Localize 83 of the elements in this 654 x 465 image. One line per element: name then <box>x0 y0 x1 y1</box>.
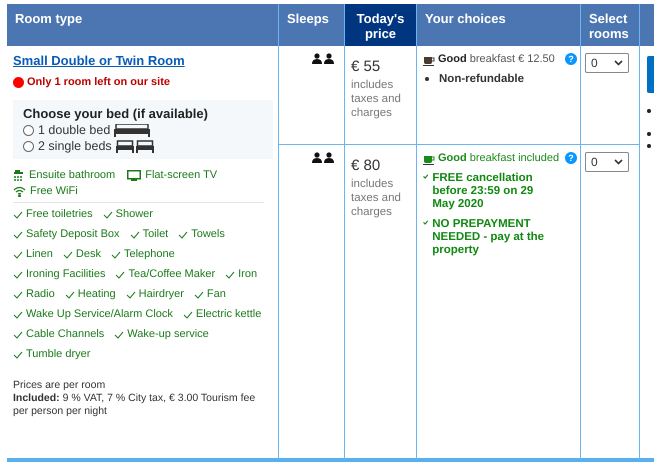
column-header: Your choices <box>417 4 581 46</box>
bullet-icon <box>647 144 651 148</box>
facility-label: Ironing Facilities <box>26 268 106 281</box>
radio-button[interactable] <box>23 124 34 136</box>
double-bed-icon <box>114 124 150 136</box>
facility-label: Hairdryer <box>138 288 184 301</box>
chevron-down-icon <box>614 159 623 165</box>
check-icon <box>114 330 124 338</box>
check-icon <box>225 270 236 278</box>
check-icon <box>13 230 23 238</box>
check-icon <box>126 290 136 298</box>
single-beds-icon <box>116 140 154 152</box>
facility-label: Electric kettle <box>196 308 262 321</box>
facility-label: Heating <box>78 288 116 301</box>
breakfast-text: Good breakfast included <box>438 152 560 165</box>
check-icon <box>13 310 23 318</box>
bullet-icon <box>647 132 651 136</box>
check-icon <box>62 250 73 258</box>
price: € 55 <box>351 58 382 75</box>
facility-label: Tumble dryer <box>26 348 90 361</box>
check-icon <box>13 270 23 278</box>
check-icon <box>64 290 75 298</box>
check-icon <box>110 250 121 258</box>
rooms-select[interactable]: 0 <box>585 53 629 73</box>
highlight-label: Free WiFi <box>30 185 78 197</box>
two-persons-icon <box>312 152 334 163</box>
wifi-icon <box>13 186 26 196</box>
check-icon <box>13 210 23 218</box>
scarcity-text: Only 1 room left on our site <box>27 76 170 88</box>
bullet-icon <box>425 77 429 81</box>
check-icon <box>102 210 113 218</box>
check-icon <box>13 350 23 358</box>
check-icon <box>423 218 428 227</box>
breakfast-text: Good breakfast € 12.50 <box>438 53 556 66</box>
check-icon <box>194 290 204 298</box>
highlight-label: Ensuite bathroom <box>29 169 116 181</box>
facility-label: Radio <box>26 288 55 301</box>
facility-label: Telephone <box>124 248 175 261</box>
facility-label: Desk <box>76 248 101 261</box>
column-header: Room type <box>7 4 279 46</box>
facility-label: Free toiletries <box>26 208 93 221</box>
facility-label: Tea/Coffee Maker <box>128 268 216 281</box>
facility-label: Towels <box>191 228 225 241</box>
rooms-select[interactable]: 0 <box>585 152 629 172</box>
column-header: Select rooms <box>581 4 640 46</box>
column-header: Sleeps <box>279 4 345 46</box>
room-name-link[interactable]: Small Double or Twin Room <box>13 53 185 68</box>
radio-button[interactable] <box>23 140 34 152</box>
highlight-label: Flat-screen TV <box>145 169 218 181</box>
check-icon <box>423 172 428 181</box>
condition-text: Non-refundable <box>439 73 524 86</box>
check-icon <box>13 330 23 338</box>
bullet-icon <box>647 109 651 113</box>
facility-label: Fan <box>206 288 226 301</box>
price-note: Prices are per room <box>13 379 106 392</box>
check-icon <box>13 250 23 258</box>
facility-label: Shower <box>116 208 153 221</box>
shower-icon <box>13 169 25 181</box>
price-note: includes taxes and charges <box>351 78 402 120</box>
check-icon <box>130 230 140 238</box>
facility-label: Safety Deposit Box <box>26 228 120 241</box>
bed-option-label: 2 single beds <box>38 139 112 153</box>
facility-label: Iron <box>238 268 258 281</box>
price: € 80 <box>351 157 382 174</box>
chevron-down-icon <box>614 60 623 66</box>
check-icon <box>178 230 188 238</box>
facility-label: Cable Channels <box>26 328 104 341</box>
included-taxes-text: Included: 9 % VAT, 7 % City tax, € 3.00 Tourism fee per person per night <box>13 392 256 418</box>
check-icon <box>13 290 23 298</box>
facility-label: Wake Up Service/Alarm Clock <box>26 308 173 321</box>
check-icon <box>182 310 193 318</box>
column-header: Today's price <box>345 4 417 46</box>
condition-text: NO PREPAYMENT NEEDED - pay at the property <box>432 218 546 257</box>
facility-label: Toilet <box>142 228 168 241</box>
facility-label: Wake-up service <box>127 328 209 341</box>
tv-icon <box>127 170 142 180</box>
bed-choice-title: Choose your bed (if available) <box>23 106 209 121</box>
condition-text: FREE cancellation before 23:59 on 29 May 2020 <box>432 172 534 211</box>
check-icon <box>115 270 126 278</box>
two-persons-icon <box>312 53 334 64</box>
facility-label: Linen <box>26 248 53 261</box>
bed-option-label: 1 double bed <box>38 123 110 137</box>
price-note: includes taxes and charges <box>351 177 402 219</box>
